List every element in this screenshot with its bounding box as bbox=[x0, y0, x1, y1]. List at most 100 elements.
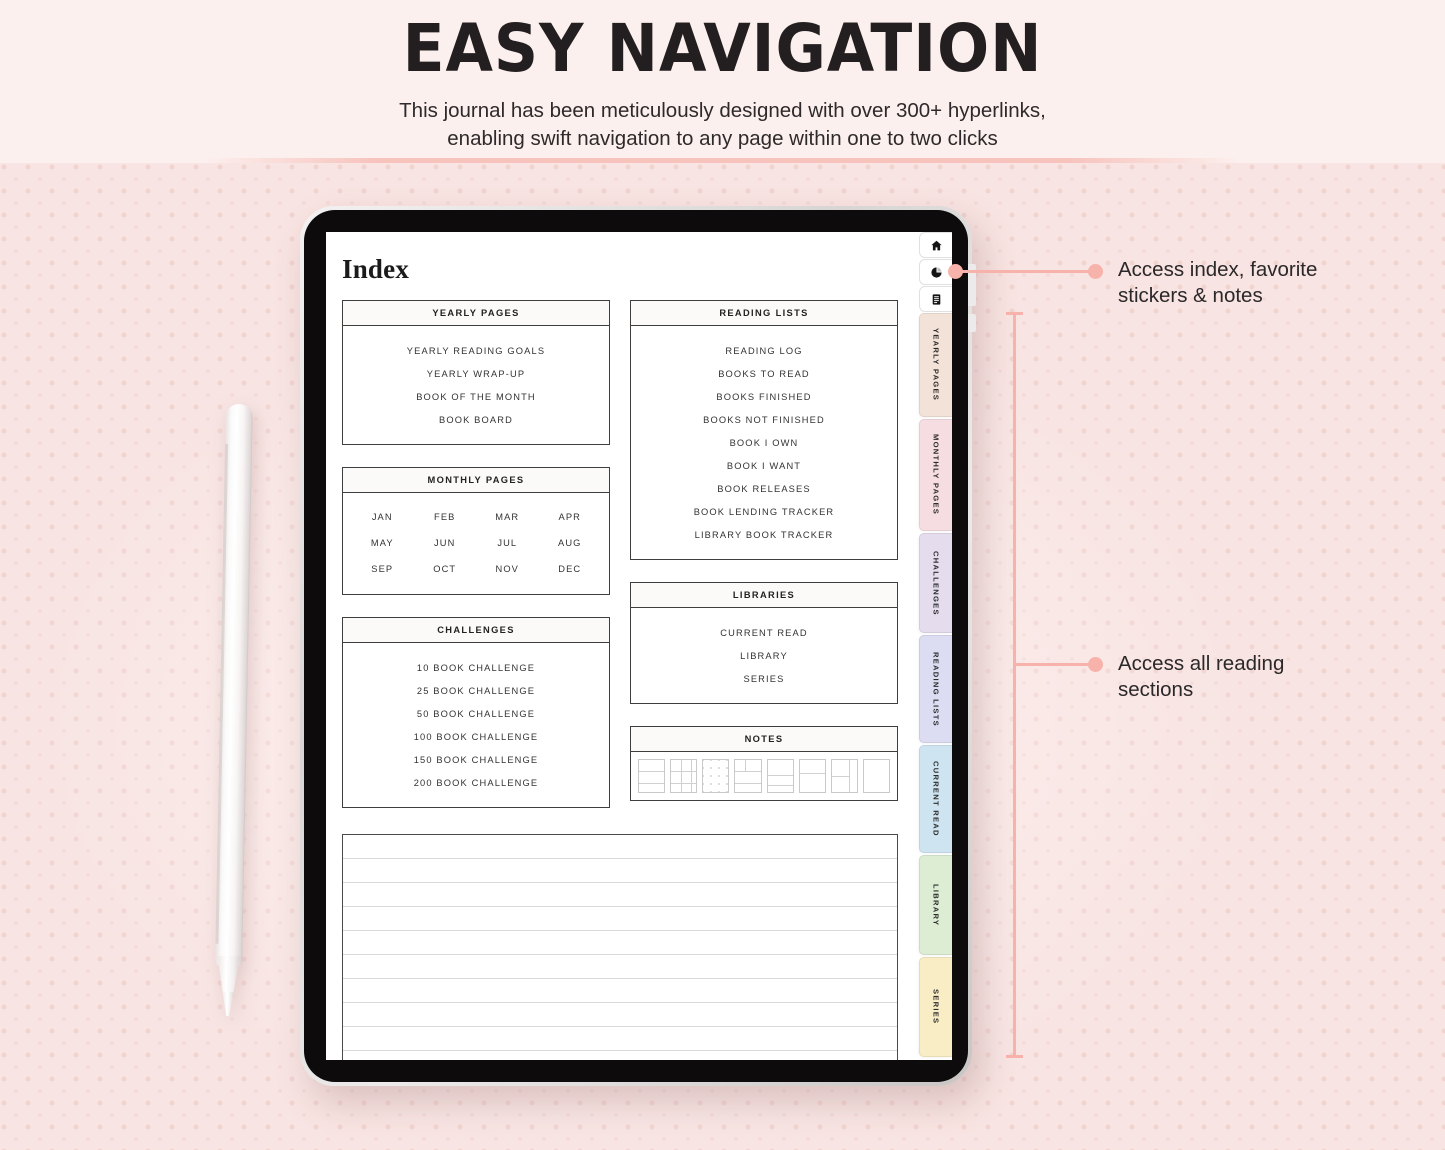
annotation-line-2: stickers & notes bbox=[1118, 284, 1263, 308]
index-link[interactable]: BOOKS NOT FINISHED bbox=[631, 408, 897, 431]
card-header: NOTES bbox=[631, 727, 897, 752]
tab-label: MONTHLY PAGES bbox=[931, 434, 941, 516]
sidebar-tab-library[interactable]: LIBRARY bbox=[919, 855, 952, 955]
card-libraries: LIBRARIES CURRENT READ LIBRARY SERIES bbox=[630, 582, 898, 704]
note-template-lined-3row[interactable] bbox=[638, 759, 666, 793]
sticker-icon bbox=[930, 266, 943, 279]
card-challenges: CHALLENGES 10 BOOK CHALLENGE 25 BOOK CHA… bbox=[342, 617, 610, 808]
card-header: READING LISTS bbox=[631, 301, 897, 326]
index-link[interactable]: LIBRARY BOOK TRACKER bbox=[631, 523, 897, 546]
month-link[interactable]: AUG bbox=[539, 530, 602, 556]
banner-subtitle-line-1: This journal has been meticulously desig… bbox=[399, 99, 1046, 123]
index-link[interactable]: BOOK I OWN bbox=[631, 431, 897, 454]
banner-subtitle-line-2: enabling swift navigation to any page wi… bbox=[447, 126, 998, 150]
card-body: CURRENT READ LIBRARY SERIES bbox=[631, 608, 897, 703]
tab-label: CHALLENGES bbox=[931, 550, 941, 616]
callout-line-sections bbox=[1016, 663, 1094, 666]
index-link[interactable]: CURRENT READ bbox=[631, 621, 897, 644]
index-link[interactable]: BOOKS FINISHED bbox=[631, 385, 897, 408]
left-column: YEARLY PAGES YEARLY READING GOALS YEARLY… bbox=[342, 300, 610, 808]
sidebar-tab-yearly-pages[interactable]: YEARLY PAGES bbox=[919, 313, 952, 417]
note-template-split-left-stack[interactable] bbox=[830, 759, 858, 793]
annotation-line-2: sections bbox=[1118, 678, 1194, 702]
notes-thumbnail-strip bbox=[631, 752, 897, 800]
card-yearly-pages: YEARLY PAGES YEARLY READING GOALS YEARLY… bbox=[342, 300, 610, 445]
index-link[interactable]: BOOK OF THE MONTH bbox=[343, 385, 609, 408]
tab-label: CURRENT READ bbox=[931, 761, 941, 837]
card-notes: NOTES bbox=[630, 726, 898, 801]
tablet-device: Index YEARLY PAGES YEARLY READING GOALS … bbox=[300, 206, 976, 1086]
month-link[interactable]: DEC bbox=[539, 556, 602, 582]
index-link[interactable]: SERIES bbox=[631, 667, 897, 690]
annotation-line-1: Access all reading bbox=[1118, 652, 1285, 675]
note-template-lined-left-split[interactable] bbox=[734, 759, 762, 793]
index-link[interactable]: BOOKS TO READ bbox=[631, 362, 897, 385]
month-link[interactable]: MAY bbox=[351, 530, 414, 556]
index-link[interactable]: 200 BOOK CHALLENGE bbox=[343, 771, 609, 794]
month-link[interactable]: SEP bbox=[351, 556, 414, 582]
index-link[interactable]: 100 BOOK CHALLENGE bbox=[343, 725, 609, 748]
card-body: YEARLY READING GOALS YEARLY WRAP-UP BOOK… bbox=[343, 326, 609, 444]
tablet-screen: Index YEARLY PAGES YEARLY READING GOALS … bbox=[326, 232, 952, 1060]
month-link[interactable]: JUL bbox=[476, 530, 539, 556]
sidebar-tab-current-read[interactable]: CURRENT READ bbox=[919, 745, 952, 853]
index-link[interactable]: 150 BOOK CHALLENGE bbox=[343, 748, 609, 771]
month-link[interactable]: JUN bbox=[414, 530, 477, 556]
index-link[interactable]: BOOK I WANT bbox=[631, 454, 897, 477]
sidebar-tab-monthly-pages[interactable]: MONTHLY PAGES bbox=[919, 419, 952, 531]
free-notes-lined-area[interactable] bbox=[342, 834, 898, 1060]
card-reading-lists: READING LISTS READING LOG BOOKS TO READ … bbox=[630, 300, 898, 560]
tab-label: SERIES bbox=[931, 989, 941, 1025]
note-template-dotted[interactable] bbox=[702, 759, 730, 793]
note-template-two-band[interactable] bbox=[798, 759, 826, 793]
index-link[interactable]: LIBRARY bbox=[631, 644, 897, 667]
month-link[interactable]: APR bbox=[539, 504, 602, 530]
page-title-heading: EASY NAVIGATION bbox=[402, 10, 1043, 87]
tablet-connector-pin bbox=[967, 314, 976, 332]
home-icon bbox=[930, 239, 943, 252]
note-template-wide-lined[interactable] bbox=[766, 759, 794, 793]
callout-end-dot-sections bbox=[1088, 657, 1103, 672]
month-link[interactable]: FEB bbox=[414, 504, 477, 530]
index-link[interactable]: BOOK RELEASES bbox=[631, 477, 897, 500]
index-link[interactable]: BOOK LENDING TRACKER bbox=[631, 500, 897, 523]
month-link[interactable]: JAN bbox=[351, 504, 414, 530]
callout-bracket-cap-bottom bbox=[1006, 1055, 1023, 1058]
index-link[interactable]: READING LOG bbox=[631, 339, 897, 362]
home-tab-button[interactable] bbox=[919, 232, 952, 258]
sidebar-tab-reading-lists[interactable]: READING LISTS bbox=[919, 635, 952, 743]
note-template-blank[interactable] bbox=[862, 759, 890, 793]
header-banner: EASY NAVIGATION This journal has been me… bbox=[0, 0, 1445, 163]
stylus-tip bbox=[222, 992, 233, 1016]
note-template-grid-3x3[interactable] bbox=[670, 759, 698, 793]
index-link[interactable]: BOOK BOARD bbox=[343, 408, 609, 431]
index-link[interactable]: YEARLY READING GOALS bbox=[343, 339, 609, 362]
index-link[interactable]: 25 BOOK CHALLENGE bbox=[343, 679, 609, 702]
index-columns: YEARLY PAGES YEARLY READING GOALS YEARLY… bbox=[342, 300, 898, 808]
month-link[interactable]: OCT bbox=[414, 556, 477, 582]
annotation-access-sections: Access all reading sections bbox=[1118, 651, 1418, 703]
month-link[interactable]: MAR bbox=[476, 504, 539, 530]
index-link[interactable]: 10 BOOK CHALLENGE bbox=[343, 656, 609, 679]
annotation-line-1: Access index, favorite bbox=[1118, 258, 1318, 281]
tab-label: READING LISTS bbox=[931, 651, 941, 727]
month-link[interactable]: NOV bbox=[476, 556, 539, 582]
index-link[interactable]: 50 BOOK CHALLENGE bbox=[343, 702, 609, 725]
card-body: READING LOG BOOKS TO READ BOOKS FINISHED… bbox=[631, 326, 897, 559]
callout-bracket-sections bbox=[1013, 312, 1016, 1058]
card-monthly-pages: MONTHLY PAGES JAN FEB MAR APR MAY JUN JU… bbox=[342, 467, 610, 595]
sidebar-tab-series[interactable]: SERIES bbox=[919, 957, 952, 1057]
card-body: 10 BOOK CHALLENGE 25 BOOK CHALLENGE 50 B… bbox=[343, 643, 609, 807]
section-tab-rail: YEARLY PAGES MONTHLY PAGES CHALLENGES RE… bbox=[919, 232, 952, 1060]
callout-line-index bbox=[956, 270, 1094, 273]
sidebar-tab-challenges[interactable]: CHALLENGES bbox=[919, 533, 952, 633]
tab-label: LIBRARY bbox=[931, 883, 941, 927]
index-page-title: Index bbox=[342, 254, 410, 284]
card-header: MONTHLY PAGES bbox=[343, 468, 609, 493]
callout-bracket-cap-top bbox=[1006, 312, 1023, 315]
right-column: READING LISTS READING LOG BOOKS TO READ … bbox=[630, 300, 898, 808]
notes-tab-button[interactable] bbox=[919, 286, 952, 312]
tablet-bezel: Index YEARLY PAGES YEARLY READING GOALS … bbox=[304, 210, 968, 1082]
notes-icon bbox=[930, 293, 943, 306]
index-link[interactable]: YEARLY WRAP-UP bbox=[343, 362, 609, 385]
